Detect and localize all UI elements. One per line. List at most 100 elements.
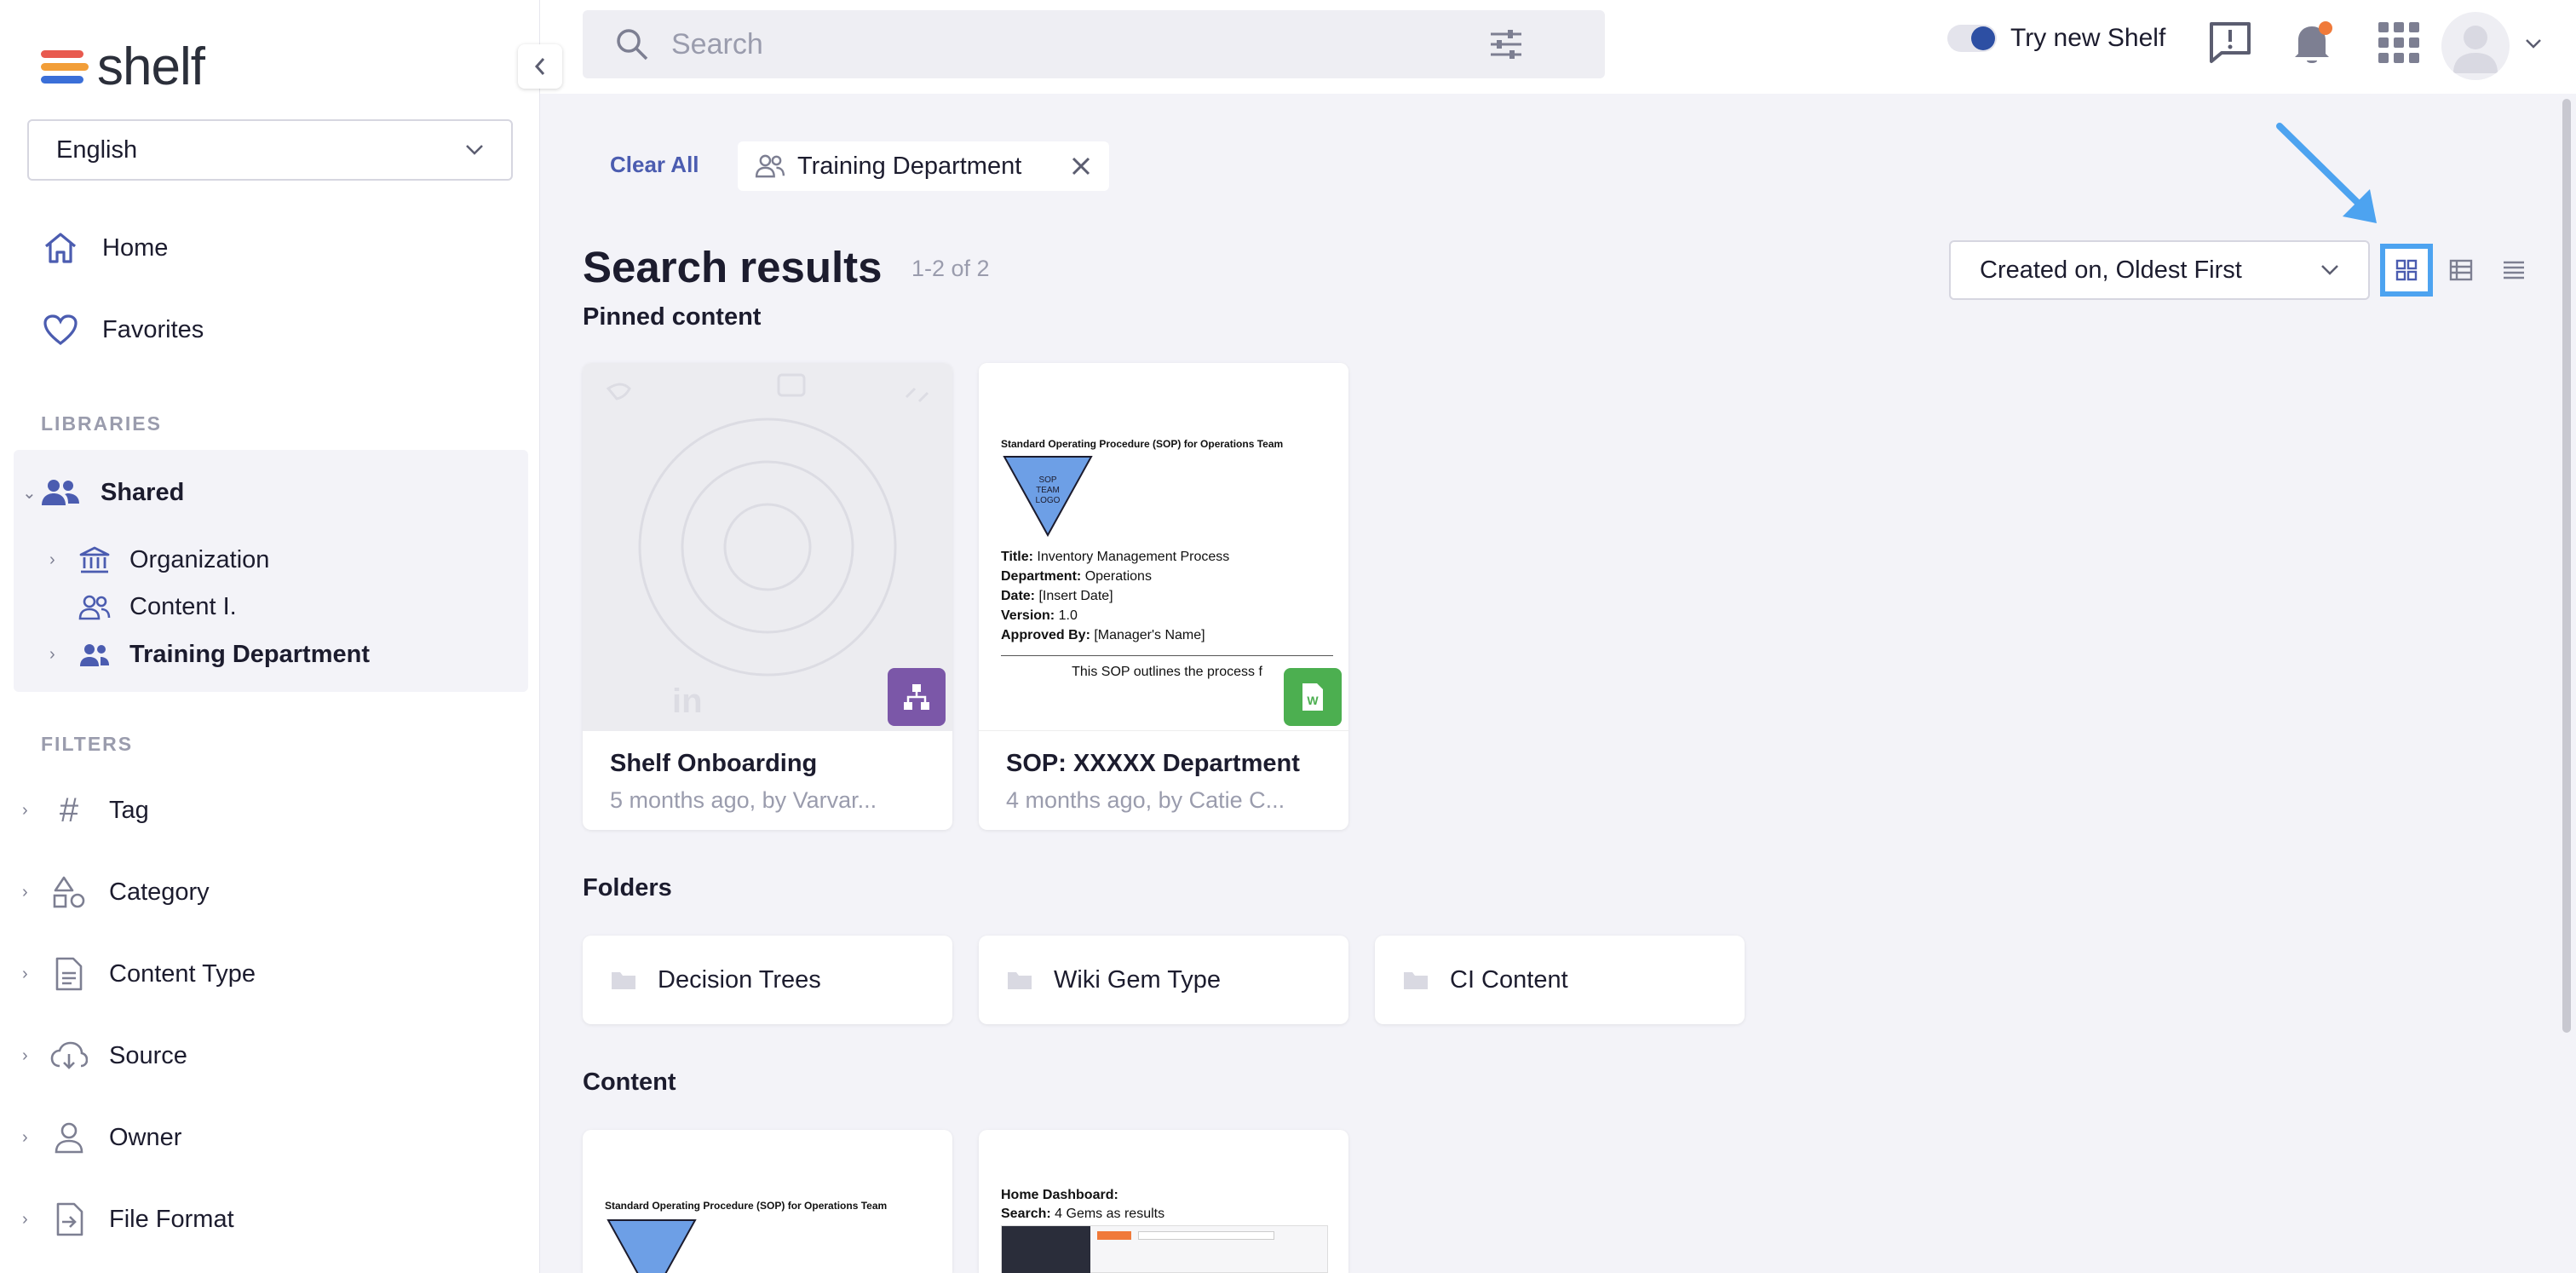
filter-category[interactable]: › Category <box>22 873 210 912</box>
card-title: Shelf Onboarding <box>610 750 818 777</box>
folder-label: Wiki Gem Type <box>1054 965 1222 994</box>
folder-label: Decision Trees <box>658 965 821 994</box>
chevron-right-icon: › <box>22 882 28 901</box>
folder-label: CI Content <box>1450 965 1568 994</box>
home-icon <box>41 228 80 268</box>
list-view-button[interactable] <box>2487 244 2540 297</box>
active-filter-chip: Training Department <box>738 141 1109 191</box>
search-input[interactable] <box>671 27 1489 61</box>
filter-file-format-label: File Format <box>109 1205 234 1233</box>
filter-owner[interactable]: › Owner <box>22 1118 181 1157</box>
collapse-sidebar-button[interactable] <box>518 44 562 89</box>
nav-favorites-label: Favorites <box>102 315 204 343</box>
folder-wiki-gem-type[interactable]: Wiki Gem Type <box>979 936 1348 1024</box>
tree-shared[interactable]: ⌄ Shared <box>22 475 184 510</box>
content-card-sop[interactable]: Standard Operating Procedure (SOP) for O… <box>583 1130 952 1273</box>
card-title: SOP: XXXXX Department <box>1006 750 1300 777</box>
chevron-down-icon: ⌄ <box>22 483 37 503</box>
scrollbar[interactable] <box>2562 99 2571 1033</box>
bell-icon <box>2295 21 2332 63</box>
content-card-home-dashboard[interactable]: Home Dashboard: Search: 4 Gems as result… <box>979 1130 1348 1273</box>
active-filter-label: Training Department <box>797 152 1022 180</box>
language-select[interactable]: English <box>27 119 513 181</box>
chevron-down-icon <box>2321 265 2338 275</box>
filter-file-format[interactable]: › File Format <box>22 1200 234 1239</box>
notifications-button[interactable] <box>2290 19 2337 66</box>
chevron-down-icon[interactable] <box>2525 37 2542 49</box>
search-icon <box>617 29 648 60</box>
tree-training-department-label: Training Department <box>129 641 370 668</box>
sliders-icon[interactable] <box>1489 27 1523 61</box>
tree-organization[interactable]: › Organization <box>49 545 269 574</box>
grid-view-button[interactable] <box>2380 244 2433 297</box>
sop-logo-triangle-icon <box>607 1219 697 1273</box>
filter-source[interactable]: › Source <box>22 1036 187 1075</box>
preview-doc-title: Standard Operating Procedure (SOP) for O… <box>1001 438 1284 450</box>
nav-favorites[interactable]: Favorites <box>41 310 204 349</box>
preview-field: Department: Operations <box>1001 569 1152 584</box>
chevron-right-icon: › <box>22 800 28 820</box>
people-outline-icon <box>755 154 785 178</box>
card-meta: 5 months ago, by Varvar... <box>610 787 877 813</box>
tree-training-department[interactable]: › Training Department <box>49 641 370 669</box>
nav-home[interactable]: Home <box>41 228 168 268</box>
cloud-download-icon <box>49 1036 89 1075</box>
tree-content-i[interactable]: Content I. <box>78 593 237 621</box>
svg-text:LOGO: LOGO <box>1036 496 1061 505</box>
user-avatar[interactable] <box>2441 12 2510 80</box>
decision-tree-icon <box>904 684 929 710</box>
page-title: Search results <box>583 243 883 291</box>
folders-heading: Folders <box>583 874 672 901</box>
list-view-icon <box>2504 261 2524 279</box>
folder-ci-content[interactable]: CI Content <box>1375 936 1745 1024</box>
folder-icon <box>1006 969 1033 991</box>
pinned-card-sop[interactable]: Standard Operating Procedure (SOP) for O… <box>979 363 1348 830</box>
document-icon <box>49 954 89 994</box>
try-new-shelf-label: Try new Shelf <box>2010 24 2166 52</box>
try-new-shelf-toggle[interactable]: Try new Shelf <box>1947 24 2165 53</box>
table-view-icon <box>2449 259 2473 281</box>
chevron-right-icon: › <box>22 1127 28 1147</box>
content-heading: Content <box>583 1069 676 1096</box>
filter-tag[interactable]: › # Tag <box>22 791 149 830</box>
preview-field: Approved By: [Manager's Name] <box>1001 628 1205 642</box>
chevron-right-icon: › <box>49 645 55 664</box>
filter-category-label: Category <box>109 878 210 906</box>
nav-home-label: Home <box>102 233 169 262</box>
apps-button[interactable] <box>2375 19 2423 66</box>
toggle-switch[interactable] <box>1947 25 1997 52</box>
filter-content-type[interactable]: › Content Type <box>22 954 256 994</box>
folder-icon <box>1402 969 1429 991</box>
chevron-right-icon: › <box>22 1209 28 1229</box>
svg-text:W: W <box>1307 694 1319 707</box>
libraries-heading: LIBRARIES <box>41 412 162 435</box>
file-import-icon <box>49 1200 89 1239</box>
feedback-button[interactable] <box>2206 19 2254 66</box>
svg-text:in: in <box>672 683 703 720</box>
clear-all-link[interactable]: Clear All <box>610 152 699 178</box>
sort-select[interactable]: Created on, Oldest First <box>1949 240 2370 300</box>
preview-heading: Home Dashboard: <box>1001 1188 1118 1202</box>
svg-text:SOP: SOP <box>1038 475 1056 485</box>
sort-value: Created on, Oldest First <box>1980 256 2242 284</box>
people-icon <box>78 642 111 668</box>
shelf-logo-icon <box>41 47 89 88</box>
tree-content-i-label: Content I. <box>129 593 237 620</box>
filter-source-label: Source <box>109 1041 187 1069</box>
grid-view-icon <box>2395 259 2418 281</box>
tree-shared-label: Shared <box>101 478 185 506</box>
people-outline-icon <box>78 595 111 620</box>
preview-field: Version: 1.0 <box>1001 608 1078 623</box>
chevron-right-icon: › <box>22 1045 28 1065</box>
shelf-logo[interactable]: shelf <box>41 41 205 94</box>
close-icon[interactable] <box>1070 155 1092 177</box>
top-bar: Try new Shelf <box>540 0 2576 94</box>
pinned-card-shelf-onboarding[interactable]: in Shelf Onboarding 5 months ago, by Var… <box>583 363 952 830</box>
chevron-down-icon <box>466 145 483 155</box>
word-doc-badge: W <box>1284 668 1342 726</box>
folder-icon <box>610 969 637 991</box>
preview-doc-title: Standard Operating Procedure (SOP) for O… <box>605 1200 888 1212</box>
folder-decision-trees[interactable]: Decision Trees <box>583 936 952 1024</box>
preview-field: Title: Inventory Management Process <box>1001 550 1230 564</box>
table-view-button[interactable] <box>2435 244 2487 297</box>
